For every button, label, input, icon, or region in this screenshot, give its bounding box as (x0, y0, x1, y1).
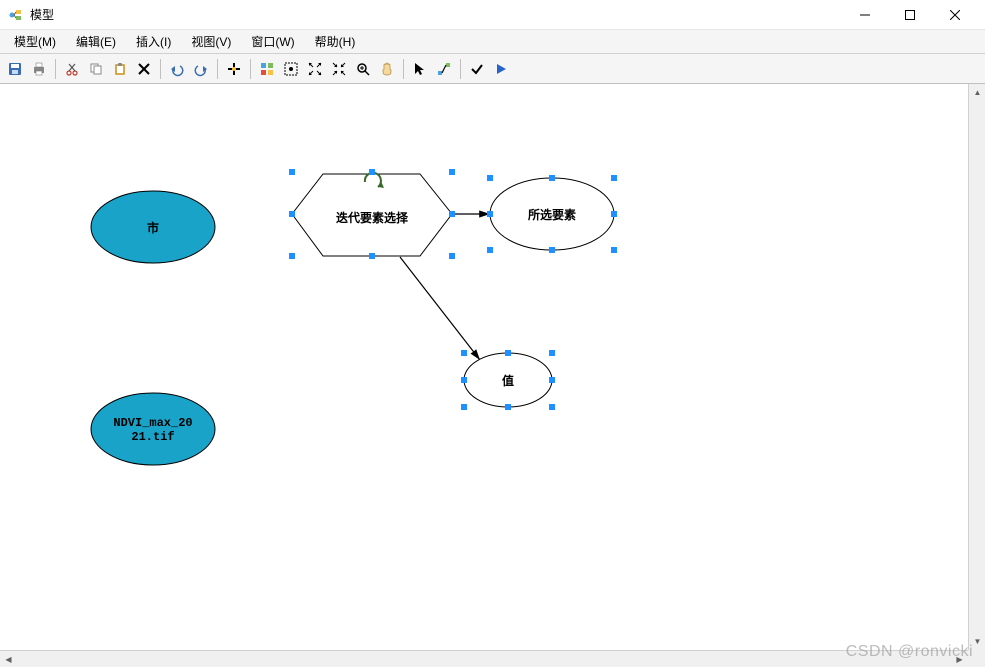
node-iterator-label: 迭代要素选择 (336, 210, 409, 226)
zoom-out-fixed-button[interactable] (328, 58, 350, 80)
watermark: CSDN @ronvicki (846, 643, 973, 661)
scroll-up-arrow[interactable]: ▲ (969, 84, 985, 101)
toolbar-separator (160, 59, 161, 79)
print-button[interactable] (28, 58, 50, 80)
node-selected-label: 所选要素 (528, 207, 576, 223)
titlebar: 模型 (0, 0, 985, 30)
menu-help[interactable]: 帮助(H) (305, 30, 366, 53)
toolbar-separator (55, 59, 56, 79)
menu-view[interactable]: 视图(V) (181, 30, 241, 53)
window-controls (842, 0, 977, 30)
menu-insert[interactable]: 插入(I) (126, 30, 181, 53)
redo-button[interactable] (190, 58, 212, 80)
save-button[interactable] (4, 58, 26, 80)
pan-button[interactable] (376, 58, 398, 80)
validate-button[interactable] (466, 58, 488, 80)
window-title: 模型 (30, 6, 842, 23)
diagram-svg: 市 NDVI_max_20 21.tif 迭代要素选择 所选要素 (0, 84, 965, 650)
zoom-button[interactable] (352, 58, 374, 80)
minimize-button[interactable] (842, 0, 887, 30)
full-extent-button[interactable] (280, 58, 302, 80)
model-canvas[interactable]: 市 NDVI_max_20 21.tif 迭代要素选择 所选要素 (0, 84, 985, 667)
paste-button[interactable] (109, 58, 131, 80)
undo-button[interactable] (166, 58, 188, 80)
delete-button[interactable] (133, 58, 155, 80)
scroll-left-arrow[interactable]: ◀ (0, 651, 17, 668)
auto-layout-button[interactable] (256, 58, 278, 80)
close-button[interactable] (932, 0, 977, 30)
copy-button[interactable] (85, 58, 107, 80)
toolbar-separator (250, 59, 251, 79)
connect-button[interactable] (433, 58, 455, 80)
node-value-label: 值 (502, 373, 514, 389)
toolbar-separator (460, 59, 461, 79)
toolbar (0, 54, 985, 84)
vertical-scrollbar[interactable]: ▲ ▼ (968, 84, 985, 650)
toolbar-separator (217, 59, 218, 79)
menu-window[interactable]: 窗口(W) (241, 30, 304, 53)
node-ndvi-label-1: NDVI_max_20 (113, 416, 192, 430)
node-ndvi-label-2: 21.tif (131, 430, 174, 444)
menu-model[interactable]: 模型(M) (4, 30, 66, 53)
menu-edit[interactable]: 编辑(E) (66, 30, 126, 53)
menubar: 模型(M) 编辑(E) 插入(I) 视图(V) 窗口(W) 帮助(H) (0, 30, 985, 54)
select-button[interactable] (409, 58, 431, 80)
toolbar-separator (403, 59, 404, 79)
cut-button[interactable] (61, 58, 83, 80)
zoom-in-fixed-button[interactable] (304, 58, 326, 80)
run-button[interactable] (490, 58, 512, 80)
add-variable-button[interactable] (223, 58, 245, 80)
app-icon (8, 7, 24, 23)
maximize-button[interactable] (887, 0, 932, 30)
connector[interactable] (400, 257, 480, 360)
horizontal-scrollbar[interactable]: ◀ ▶ (0, 650, 968, 667)
node-city-label: 市 (147, 220, 159, 236)
